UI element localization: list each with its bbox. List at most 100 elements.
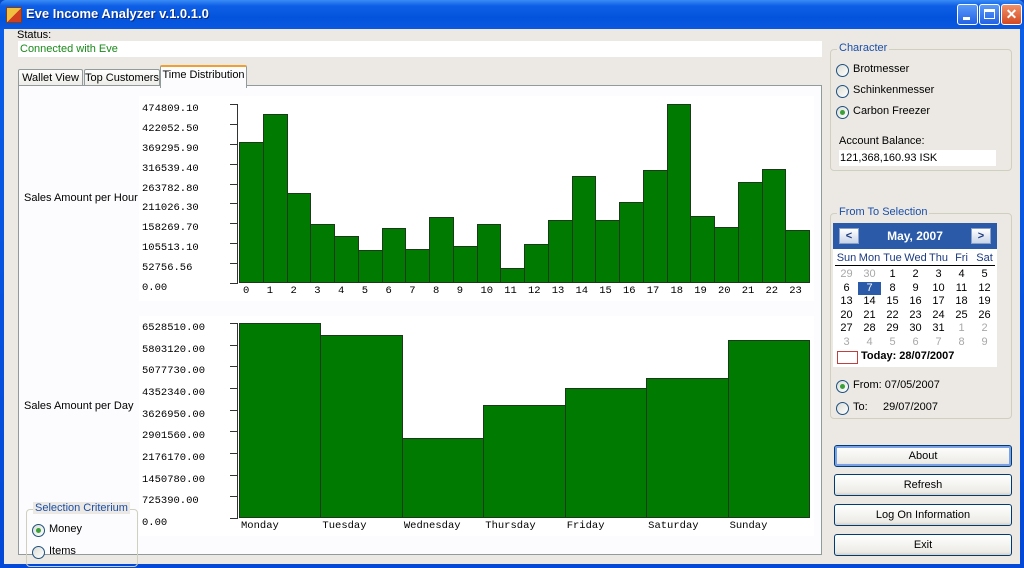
calendar-day[interactable]: 30	[904, 322, 927, 335]
calendar-today[interactable]: Today: 28/07/2007	[861, 350, 954, 362]
items-label[interactable]: Items	[49, 545, 76, 557]
calendar-day[interactable]: 8	[950, 336, 973, 349]
about-button[interactable]: About	[834, 445, 1012, 467]
calendar-day[interactable]: 18	[950, 295, 973, 308]
from-label[interactable]: From: 07/05/2007	[853, 379, 940, 391]
carbon-freezer-label[interactable]: Carbon Freezer	[853, 105, 930, 117]
calendar-day[interactable]: 12	[973, 282, 996, 295]
x-tick-label: 12	[528, 285, 541, 297]
status-field: Connected with Eve	[18, 41, 822, 57]
day-chart: 0.00 725390.00 1450780.00 2176170.00 2901560…	[139, 316, 814, 536]
calendar-next-button[interactable]: >	[971, 228, 991, 244]
calendar-day[interactable]: 6	[835, 282, 858, 295]
app-window: Eve Income Analyzer v.1.0.1.0 ✕ Status: …	[0, 0, 1024, 568]
y-tick-mark	[230, 263, 238, 265]
calendar-weekday: Thu	[929, 252, 948, 264]
calendar-day[interactable]: 2	[973, 322, 996, 335]
schinkenmesser-radio[interactable]	[836, 85, 849, 98]
calendar-day[interactable]: 17	[927, 295, 950, 308]
app-icon	[6, 7, 22, 23]
calendar-day[interactable]: 3	[927, 268, 950, 281]
calendar-day[interactable]: 2	[904, 268, 927, 281]
to-radio[interactable]	[836, 402, 849, 415]
calendar-day[interactable]: 13	[835, 295, 858, 308]
calendar-day[interactable]: 8	[881, 282, 904, 295]
money-label[interactable]: Money	[49, 523, 82, 535]
to-label[interactable]: To: 29/07/2007	[853, 401, 938, 413]
calendar-day[interactable]: 1	[950, 322, 973, 335]
calendar-day[interactable]: 25	[950, 309, 973, 322]
bar-21	[737, 182, 763, 283]
month-calendar[interactable]: < May, 2007 > Sun Mon Tue Wed Thu Fri Sat 29 30…	[833, 223, 997, 367]
money-radio[interactable]	[32, 524, 45, 537]
bar-tuesday	[320, 335, 403, 518]
window-title: Eve Income Analyzer v.1.0.1.0	[26, 6, 209, 21]
calendar-day[interactable]: 28	[858, 322, 881, 335]
calendar-day[interactable]: 9	[973, 336, 996, 349]
carbon-freezer-radio[interactable]	[836, 106, 849, 119]
calendar-day[interactable]: 20	[835, 309, 858, 322]
close-button[interactable]: ✕	[1001, 4, 1022, 25]
calendar-day[interactable]: 31	[927, 322, 950, 335]
bar-7	[405, 248, 430, 283]
calendar-day[interactable]: 10	[927, 282, 950, 295]
y-tick-label: 211026.30	[142, 202, 199, 215]
schinkenmesser-label[interactable]: Schinkenmesser	[853, 84, 934, 96]
refresh-button[interactable]: Refresh	[834, 474, 1012, 496]
bar-20	[714, 226, 739, 283]
calendar-day[interactable]: 29	[881, 322, 904, 335]
character-group: Character Brotmesser Schinkenmesser Carb…	[830, 42, 1012, 171]
x-tick-label: 11	[504, 285, 517, 297]
calendar-day[interactable]: 21	[858, 309, 881, 322]
y-tick-label: 5077730.00	[142, 365, 206, 378]
calendar-day[interactable]: 27	[835, 322, 858, 335]
calendar-day[interactable]: 14	[858, 295, 881, 308]
y-tick-mark	[230, 431, 238, 433]
bar-10	[476, 223, 502, 283]
calendar-day[interactable]: 1	[881, 268, 904, 281]
calendar-day[interactable]: 23	[904, 309, 927, 322]
title-bar[interactable]: Eve Income Analyzer v.1.0.1.0 ✕	[0, 0, 1024, 29]
calendar-day[interactable]: 6	[904, 336, 927, 349]
brotmesser-label[interactable]: Brotmesser	[853, 63, 909, 75]
exit-button[interactable]: Exit	[834, 534, 1012, 556]
calendar-header: < May, 2007 >	[833, 223, 997, 249]
calendar-day[interactable]: 19	[973, 295, 996, 308]
calendar-day[interactable]: 29	[835, 268, 858, 281]
brotmesser-radio[interactable]	[836, 64, 849, 77]
x-tick-label: Friday	[566, 520, 605, 532]
calendar-day[interactable]: 4	[950, 268, 973, 281]
y-tick-mark	[230, 453, 238, 454]
calendar-day[interactable]: 5	[881, 336, 904, 349]
bar-6	[381, 227, 407, 283]
x-tick-label: 17	[646, 285, 660, 297]
calendar-day[interactable]: 3	[835, 336, 858, 349]
calendar-day[interactable]: 5	[973, 268, 996, 281]
minimize-button[interactable]	[957, 4, 978, 25]
x-tick-label: 18	[670, 285, 684, 297]
calendar-day[interactable]: 16	[904, 295, 927, 308]
calendar-day[interactable]: 22	[881, 309, 904, 322]
maximize-button[interactable]	[979, 4, 1000, 25]
calendar-day[interactable]: 9	[904, 282, 927, 295]
y-tick-label: 2901560.00	[142, 430, 206, 443]
calendar-day[interactable]: 24	[927, 309, 950, 322]
items-radio[interactable]	[32, 546, 45, 559]
time-distribution-page: Sales Amount per Hour Sales Amount per D…	[18, 85, 822, 567]
calendar-day[interactable]: 15	[881, 295, 904, 308]
calendar-day[interactable]: 7	[927, 336, 950, 349]
tab-time-distribution[interactable]: Time Distribution	[160, 65, 247, 88]
calendar-day[interactable]: 30	[858, 268, 881, 281]
y-tick-label: 474809.10	[142, 103, 199, 115]
calendar-day[interactable]: 7	[858, 281, 881, 295]
balance-label: Account Balance:	[839, 135, 925, 147]
from-radio[interactable]	[836, 380, 849, 393]
calendar-day[interactable]: 11	[950, 282, 973, 295]
log-on-information-button[interactable]: Log On Information	[834, 504, 1012, 526]
y-tick-label: 0.00	[142, 282, 168, 294]
x-tick-label: Wednesday	[403, 520, 461, 532]
calendar-day[interactable]: 26	[973, 309, 996, 322]
calendar-day[interactable]: 4	[858, 336, 881, 349]
y-tick-mark	[230, 123, 238, 125]
x-tick-label: Monday	[241, 520, 279, 532]
